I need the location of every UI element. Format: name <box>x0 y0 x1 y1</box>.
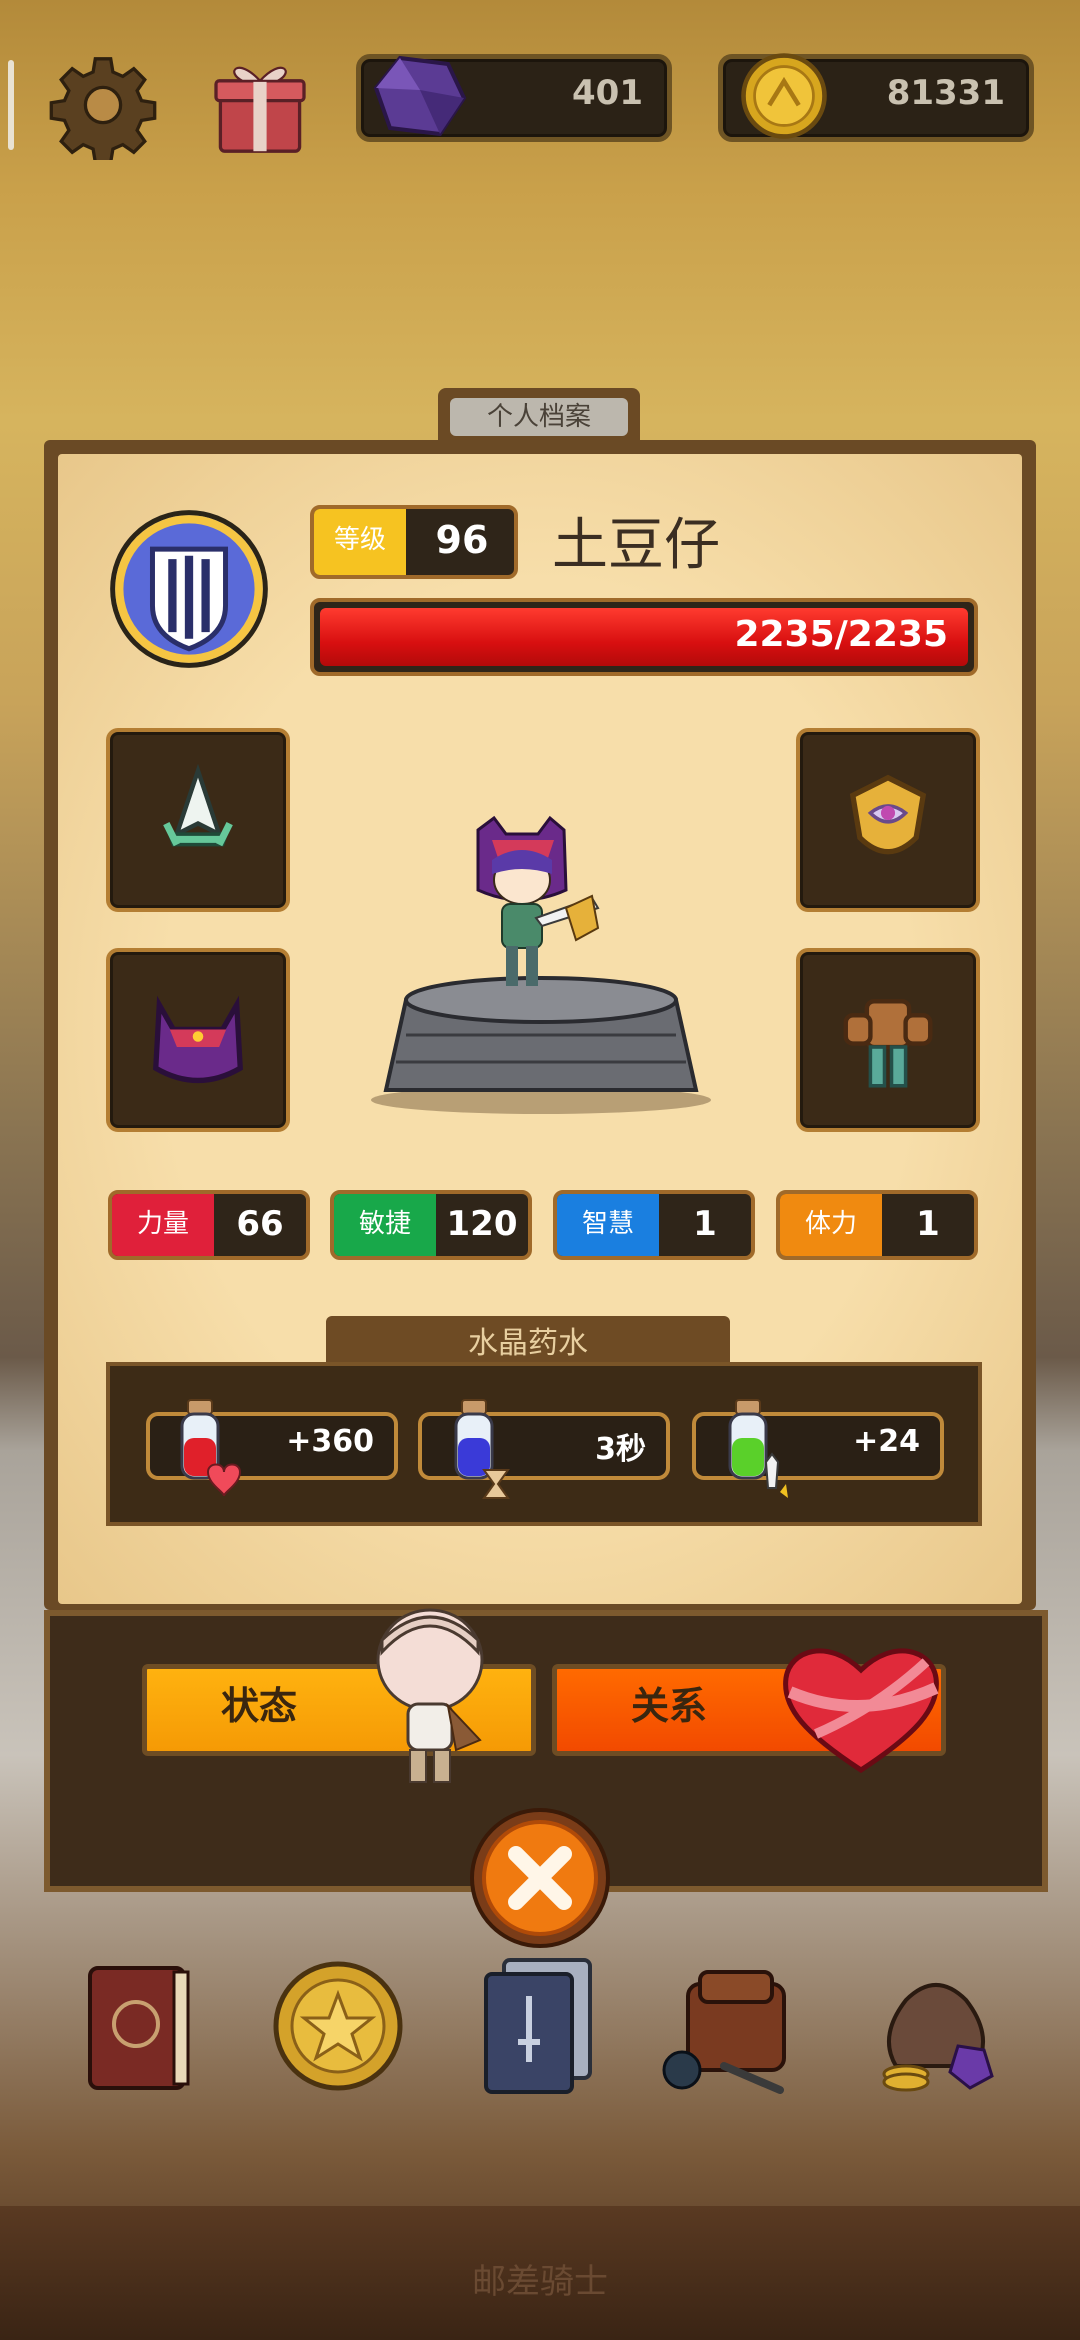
close-button[interactable] <box>468 1806 612 1950</box>
star-coin-icon[interactable] <box>268 1950 408 2100</box>
player-name: 土豆仔 <box>552 513 720 578</box>
level-value: 96 <box>435 518 489 562</box>
gear-icon[interactable] <box>48 50 158 160</box>
chibi-character <box>376 1608 484 1783</box>
potion-attack-value: +24 <box>853 1424 920 1459</box>
status-button-label: 状态 <box>220 1684 297 1728</box>
stat-wisdom-value: 1 <box>693 1204 717 1244</box>
spear-icon <box>163 763 233 847</box>
stat-agility: 敏捷 120 <box>330 1190 532 1260</box>
blue-potion-hourglass-icon <box>454 1399 510 1499</box>
stat-vitality: 体力 1 <box>776 1190 978 1260</box>
book-icon[interactable] <box>70 1950 210 2100</box>
hero-character <box>476 815 600 986</box>
coin-count: 81331 <box>886 73 1005 113</box>
armor-slot[interactable] <box>796 948 980 1132</box>
green-potion-sword-icon <box>728 1399 788 1498</box>
red-potion-heart-icon <box>180 1399 242 1497</box>
stat-vitality-label: 体力 <box>780 1194 882 1256</box>
armor-icon <box>843 999 933 1088</box>
potion-time-value: 3秒 <box>595 1432 646 1467</box>
hp-bar: 2235/2235 <box>310 598 978 676</box>
character-pedestal <box>371 815 711 1114</box>
profile-tab[interactable]: 个人档案 <box>450 398 628 436</box>
coin-icon <box>741 53 827 139</box>
golden-shield-icon <box>849 774 927 855</box>
stat-strength: 力量 66 <box>108 1190 310 1260</box>
backpack-icon[interactable] <box>660 1950 800 2100</box>
relation-button-label: 关系 <box>630 1684 707 1728</box>
footer-title: 邮差骑士 <box>472 2262 608 2302</box>
loot-bag-icon[interactable] <box>866 1950 1006 2100</box>
stat-strength-value: 66 <box>236 1204 284 1244</box>
stat-strength-label: 力量 <box>112 1194 214 1256</box>
stat-vitality-value: 1 <box>916 1204 940 1244</box>
heart-icon <box>783 1648 939 1773</box>
stat-wisdom: 智慧 1 <box>553 1190 755 1260</box>
gem-icon <box>373 55 467 137</box>
stat-agility-label: 敏捷 <box>334 1194 436 1256</box>
level-badge: 等级 96 <box>310 505 518 579</box>
level-label: 等级 <box>314 509 406 575</box>
cards-icon[interactable] <box>468 1950 608 2100</box>
gem-count: 401 <box>572 73 643 113</box>
shield-slot[interactable] <box>796 728 980 912</box>
left-edge-handle <box>8 60 14 150</box>
helmet-slot[interactable] <box>106 948 290 1132</box>
stat-wisdom-label: 智慧 <box>557 1194 659 1256</box>
weapon-slot[interactable] <box>106 728 290 912</box>
stat-agility-value: 120 <box>446 1204 518 1244</box>
gift-icon[interactable] <box>205 50 315 160</box>
potion-hp-value: +360 <box>286 1424 374 1459</box>
hp-text: 2235/2235 <box>734 614 948 655</box>
shield-emblem-icon <box>110 510 268 668</box>
cat-hood-icon <box>153 995 243 1084</box>
